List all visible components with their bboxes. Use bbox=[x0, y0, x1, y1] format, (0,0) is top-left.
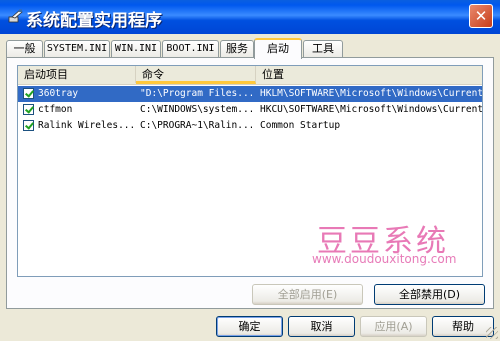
close-icon: ✕ bbox=[474, 7, 488, 25]
checkbox-checked-icon[interactable] bbox=[23, 120, 34, 131]
list-header: 启动项目 命令 位置 bbox=[18, 66, 482, 85]
column-header-command[interactable]: 命令 bbox=[136, 66, 256, 84]
row-item-name: Ralink Wireles... bbox=[38, 120, 134, 131]
window-title: 系统配置实用程序 bbox=[26, 11, 162, 31]
row-location: HKLM\SOFTWARE\Microsoft\Windows\Current.… bbox=[260, 88, 482, 99]
checkbox-checked-icon[interactable] bbox=[23, 104, 34, 115]
tab-startup[interactable]: 启动 bbox=[254, 38, 302, 59]
app-icon bbox=[8, 9, 23, 23]
tab-system-ini[interactable]: SYSTEM.INI bbox=[44, 40, 110, 57]
cancel-button[interactable]: 取消 bbox=[288, 316, 355, 337]
row-item-name: ctfmon bbox=[38, 104, 73, 115]
row-location: Common Startup bbox=[260, 120, 341, 131]
watermark-url: www.doudouxitong.com bbox=[312, 252, 457, 266]
checkbox-checked-icon[interactable] bbox=[23, 88, 34, 99]
help-button[interactable]: 帮助 bbox=[432, 316, 494, 337]
row-command: "D:\Program Files... bbox=[140, 88, 252, 99]
title-bar[interactable]: 系统配置实用程序 ✕ bbox=[0, 0, 500, 34]
startup-panel: 启动项目 命令 位置 360tray "D:\Program Files... … bbox=[6, 57, 494, 309]
row-command: C:\WINDOWS\system... bbox=[140, 104, 252, 115]
tab-general[interactable]: 一般 bbox=[6, 40, 43, 57]
resize-grip[interactable] bbox=[486, 327, 498, 339]
close-button[interactable]: ✕ bbox=[469, 4, 493, 28]
table-row[interactable]: 360tray "D:\Program Files... HKLM\SOFTWA… bbox=[18, 86, 482, 102]
tab-win-ini[interactable]: WIN.INI bbox=[111, 40, 161, 57]
disable-all-button[interactable]: 全部禁用(D) bbox=[374, 284, 485, 305]
column-header-item[interactable]: 启动项目 bbox=[18, 66, 136, 83]
row-item-name: 360tray bbox=[38, 88, 79, 99]
apply-button[interactable]: 应用(A) bbox=[360, 316, 427, 337]
row-command: C:\PROGRA~1\Ralin... bbox=[140, 120, 252, 131]
tab-services[interactable]: 服务 bbox=[220, 40, 254, 57]
table-row[interactable]: Ralink Wireles... C:\PROGRA~1\Ralin... C… bbox=[18, 118, 482, 134]
tab-tools[interactable]: 工具 bbox=[303, 40, 343, 57]
column-header-location[interactable]: 位置 bbox=[256, 66, 482, 83]
ok-button[interactable]: 确定 bbox=[216, 316, 283, 337]
tab-boot-ini[interactable]: BOOT.INI bbox=[162, 40, 219, 57]
table-row[interactable]: ctfmon C:\WINDOWS\system... HKCU\SOFTWAR… bbox=[18, 102, 482, 118]
row-location: HKCU\SOFTWARE\Microsoft\Windows\Current.… bbox=[260, 104, 482, 115]
enable-all-button[interactable]: 全部启用(E) bbox=[252, 284, 363, 305]
